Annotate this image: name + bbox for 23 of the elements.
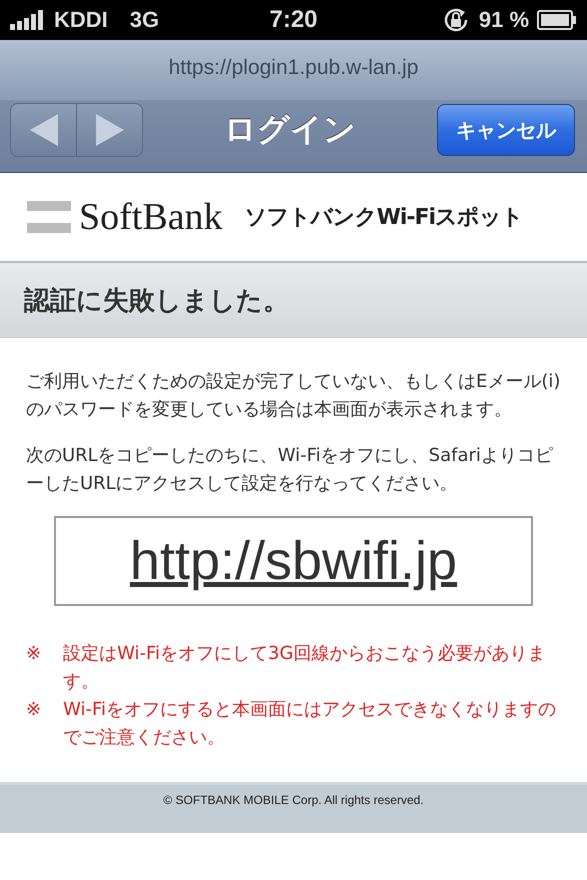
- left-triangle-icon: [30, 114, 58, 146]
- note-mark: ※: [26, 642, 42, 666]
- copyright-footer: © SOFTBANK MOBILE Corp. All rights reserved.: [0, 782, 587, 833]
- right-triangle-icon: [96, 114, 124, 146]
- brand-logo: SoftBank: [79, 195, 223, 239]
- note-text: Wi-Fiをオフにすると本画面にはアクセスできなくなりますのでご注意ください。: [63, 698, 558, 750]
- clock: 7:20: [269, 6, 318, 34]
- error-heading: 認証に失敗しました。: [0, 261, 587, 338]
- paragraph: ご利用いただくための設定が完了していない、もしくはEメール(i)のパスワードを変更している場合は本画面が表示されます。: [26, 370, 561, 422]
- battery-percentage: 91 %: [478, 7, 530, 33]
- signal-icon: [10, 10, 46, 30]
- service-name: ソフトバンクWi-Fiスポット: [244, 204, 524, 232]
- battery-icon: [537, 10, 578, 30]
- page-title: ログイン: [224, 109, 356, 150]
- carrier-name: KDDI: [54, 7, 108, 33]
- note-text: 設定はWi-Fiをオフにして3G回線からおこなう必要があります。: [63, 642, 546, 694]
- paragraph: 次のURLをコピーしたのちに、Wi-Fiをオフにし、SafariよりコピーしたURLにアクセスして設定を行なってください。: [26, 444, 554, 496]
- page-url: https://plogin1.pub.w-lan.jp: [168, 55, 420, 81]
- network-type: 3G: [130, 7, 160, 33]
- logo-bars-icon: [27, 201, 71, 233]
- cancel-button[interactable]: キャンセル: [437, 104, 575, 156]
- url-link[interactable]: http://sbwifi.jp: [130, 530, 458, 592]
- note-mark: ※: [26, 698, 42, 722]
